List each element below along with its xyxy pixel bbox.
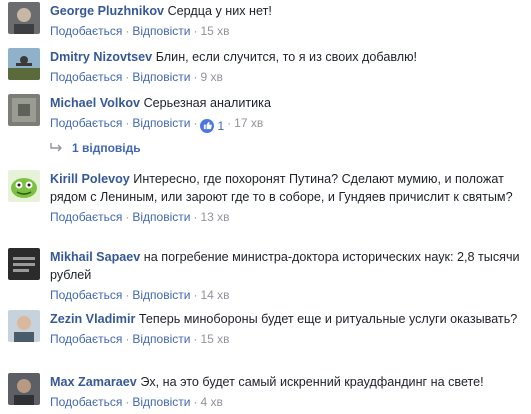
like-button[interactable]: Подобається <box>50 24 122 38</box>
comment-text: Эх, на это будет самый искренний краудфа… <box>140 375 484 389</box>
comment-author[interactable]: Max Zamaraev <box>50 375 137 389</box>
separator: · <box>193 288 198 302</box>
reply-arrow-icon <box>50 143 64 153</box>
comment-text: Сердца у них нет! <box>167 4 272 18</box>
avatar[interactable] <box>8 48 40 80</box>
separator: · <box>125 288 130 302</box>
like-button[interactable]: Подобається <box>50 332 122 346</box>
separator: · <box>227 116 232 130</box>
like-button[interactable]: Подобається <box>50 116 122 130</box>
avatar[interactable] <box>8 170 40 202</box>
comment-actions: Подобається · Відповісти · 15 хв <box>50 330 523 348</box>
comment-time[interactable]: 13 хв <box>200 210 229 224</box>
separator: · <box>125 210 130 224</box>
comment-text: Серьезная аналитика <box>143 96 271 110</box>
comment-actions: Подобається · Відповісти · 14 хв <box>50 286 523 304</box>
reply-button[interactable]: Відповісти <box>132 70 190 84</box>
comment-time[interactable]: 4 хв <box>200 395 222 409</box>
comment-time[interactable]: 14 хв <box>200 288 229 302</box>
comment-time[interactable]: 15 хв <box>200 332 229 346</box>
comment-time[interactable]: 17 хв <box>234 116 263 130</box>
comment-author[interactable]: Zezin Vladimir <box>50 312 135 326</box>
reply-button[interactable]: Відповісти <box>132 24 190 38</box>
comment-time[interactable]: 9 хв <box>200 70 222 84</box>
reply-button[interactable]: Відповісти <box>132 288 190 302</box>
comment-time[interactable]: 15 хв <box>200 24 229 38</box>
separator: · <box>125 395 130 409</box>
reply-button[interactable]: Відповісти <box>132 210 190 224</box>
avatar[interactable] <box>8 248 40 280</box>
comment-actions: Подобається · Відповісти · 9 хв <box>50 68 523 86</box>
like-button[interactable]: Подобається <box>50 70 122 84</box>
avatar[interactable] <box>8 310 40 342</box>
comment-author[interactable]: Dmitry Nizovtsev <box>50 50 152 64</box>
like-button[interactable]: Подобається <box>50 288 122 302</box>
comment-actions: Подобається · Відповісти · 4 хв <box>50 393 523 411</box>
comment-author[interactable]: Mikhail Sapaev <box>50 250 140 264</box>
like-button[interactable]: Подобається <box>50 210 122 224</box>
view-replies-link[interactable]: 1 відповідь <box>50 141 141 155</box>
avatar[interactable] <box>8 94 40 126</box>
separator: · <box>125 24 130 38</box>
comment-actions: Подобається · Відповісти · 1 · 17 хв <box>50 114 523 135</box>
separator: · <box>125 332 130 346</box>
comment-author[interactable]: Michael Volkov <box>50 96 140 110</box>
comment-author[interactable]: George Pluzhnikov <box>50 4 164 18</box>
comment-text: Теперь минобороны будет еще и ритуальные… <box>138 312 518 326</box>
thumbs-up-icon <box>200 118 215 133</box>
separator: · <box>125 70 130 84</box>
reply-button[interactable]: Відповісти <box>132 116 190 130</box>
separator: · <box>193 210 198 224</box>
comment-text: Блин, если случится, то я из своих добав… <box>155 50 418 64</box>
avatar[interactable] <box>8 373 40 405</box>
reply-button[interactable]: Відповісти <box>132 332 190 346</box>
separator: · <box>125 116 130 130</box>
separator: · <box>193 24 198 38</box>
replies-count[interactable]: 1 відповідь <box>72 141 141 155</box>
separator: · <box>193 332 198 346</box>
avatar[interactable] <box>8 2 40 34</box>
separator: · <box>193 395 198 409</box>
like-count[interactable]: 1 <box>200 117 224 135</box>
comment-actions: Подобається · Відповісти · 15 хв <box>50 22 523 40</box>
reply-button[interactable]: Відповісти <box>132 395 190 409</box>
comment-actions: Подобається · Відповісти · 13 хв <box>50 208 523 226</box>
separator: · <box>193 70 198 84</box>
like-button[interactable]: Подобається <box>50 395 122 409</box>
comment-author[interactable]: Kirill Polevoy <box>50 172 130 186</box>
separator: · <box>193 116 198 130</box>
